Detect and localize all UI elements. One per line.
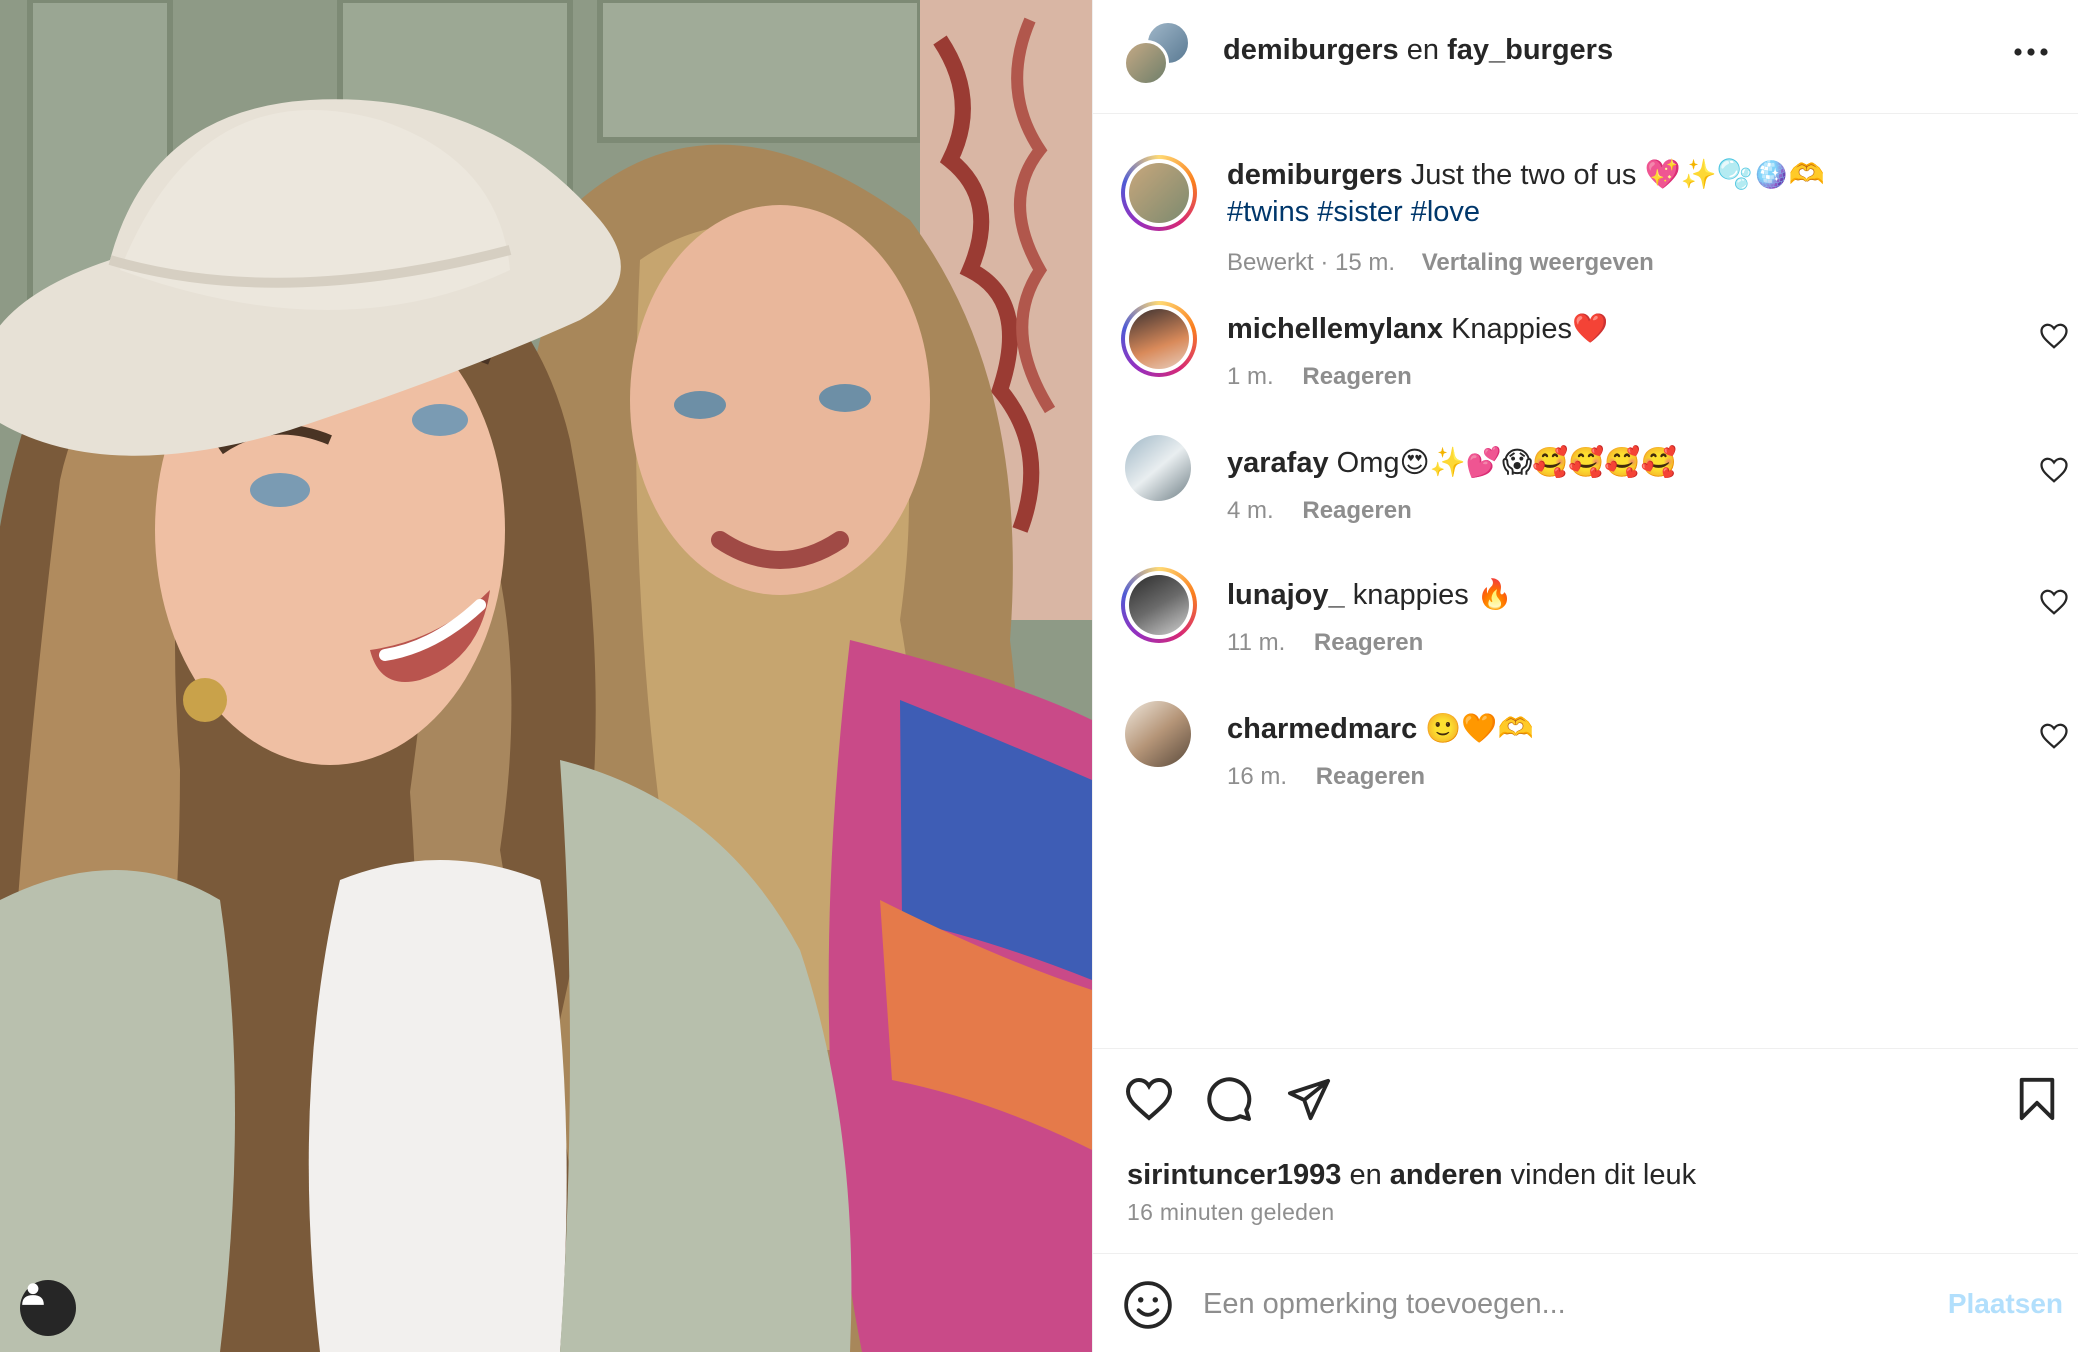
reply-button[interactable]: Reageren [1302,497,1411,524]
reply-button[interactable]: Reageren [1302,363,1411,390]
more-horizontal-icon [2014,48,2048,56]
like-button[interactable] [1123,1073,1175,1125]
like-comment-icon[interactable] [2039,455,2069,485]
author-link[interactable]: demiburgers [1223,34,1399,66]
caption-meta: Bewerkt · 15 m. Vertaling weergeven [1227,249,1654,277]
caption-body: Just the two of us 💖✨🫧🪩🫶 [1410,159,1826,191]
username-link[interactable]: michellemylanx [1227,313,1443,345]
edited-label: Bewerkt · 15 m. [1227,249,1396,276]
save-button[interactable] [2011,1073,2063,1125]
conjunction-text: en [1406,34,1439,66]
like-comment-icon[interactable] [2039,321,2069,351]
comments-list: demiburgers Just the two of us 💖✨🫧🪩🫶 #tw… [1093,115,2078,1047]
username-link[interactable]: lunajoy_ [1227,579,1345,611]
tagged-users-button[interactable] [20,1280,76,1336]
comment-text: charmedmarc 🙂🧡🫶 [1227,711,1987,748]
liker-link[interactable]: sirintuncer1993 [1127,1159,1341,1191]
others-link[interactable]: anderen [1390,1159,1503,1191]
post-actions: sirintuncer1993 en anderen vinden dit le… [1093,1048,2078,1253]
post-authors: demiburgers en fay_burgers [1223,34,1613,67]
send-icon [1287,1078,1331,1121]
comment-meta: 4 m. Reageren [1227,497,1412,525]
reply-button[interactable]: Reageren [1314,629,1423,656]
comment-meta: 11 m. Reageren [1227,629,1423,657]
comment-text: yarafay Omg😍✨💕😱🥰🥰🥰🥰 [1227,445,1987,482]
comment-body: 🙂🧡🫶 [1425,713,1534,745]
avatar[interactable] [1121,155,1197,231]
comment-time: 16 m. [1227,763,1288,790]
like-comment-icon[interactable] [2039,721,2069,751]
comment-text: michellemylanx Knappies❤️ [1227,311,1987,348]
like-comment-icon[interactable] [2039,587,2069,617]
comment-body: Knappies❤️ [1451,313,1609,345]
reply-button[interactable]: Reageren [1316,763,1425,790]
share-button[interactable] [1283,1073,1335,1125]
avatar[interactable] [1121,567,1197,643]
bookmark-icon [2019,1077,2055,1121]
username-link[interactable]: charmedmarc [1227,713,1417,745]
comment-time: 1 m. [1227,363,1274,390]
hashtag-links[interactable]: #twins #sister #love [1227,196,1480,228]
comment-meta: 1 m. Reageren [1227,363,1412,391]
avatar[interactable] [1125,435,1191,501]
comment-button[interactable] [1203,1073,1255,1125]
likes-conjunction: en [1349,1159,1382,1191]
comment-meta: 16 m. Reageren [1227,763,1425,791]
avatar[interactable] [1125,701,1191,767]
avatar[interactable] [1121,301,1197,377]
comment-body: Omg😍✨💕😱🥰🥰🥰🥰 [1336,447,1677,479]
comment-text: lunajoy_ knappies 🔥 [1227,577,1987,614]
post-comment-button[interactable]: Plaatsen [1948,1288,2063,1320]
comment-input[interactable] [1203,1282,1903,1326]
username-link[interactable]: demiburgers [1227,159,1403,191]
username-link[interactable]: yarafay [1227,447,1329,479]
user-icon [22,1283,44,1305]
emoji-icon[interactable] [1123,1280,1173,1330]
more-options-button[interactable] [2009,30,2053,74]
comment-time: 11 m. [1227,629,1286,656]
comment-icon [1207,1077,1252,1122]
post-photo[interactable] [0,0,1092,1352]
post-header: demiburgers en fay_burgers [1093,0,2078,114]
avatar [1123,40,1169,86]
likes-summary: sirintuncer1993 en anderen vinden dit le… [1127,1159,1696,1192]
post-timestamp[interactable]: 16 minuten geleden [1127,1199,1334,1226]
collab-avatars[interactable] [1123,20,1193,90]
photo-illustration [0,0,1092,1352]
heart-icon [1125,1077,1173,1121]
comment-time: 4 m. [1227,497,1274,524]
comment-body: knappies 🔥 [1352,579,1513,611]
author-link[interactable]: fay_burgers [1447,34,1613,66]
post-side-panel: demiburgers en fay_burgers demiburgers J… [1092,0,2078,1352]
likes-suffix: vinden dit leuk [1510,1159,1697,1191]
translate-link[interactable]: Vertaling weergeven [1422,249,1654,276]
caption-text: demiburgers Just the two of us 💖✨🫧🪩🫶 #tw… [1227,157,1987,231]
comment-composer: Plaatsen [1093,1253,2078,1352]
